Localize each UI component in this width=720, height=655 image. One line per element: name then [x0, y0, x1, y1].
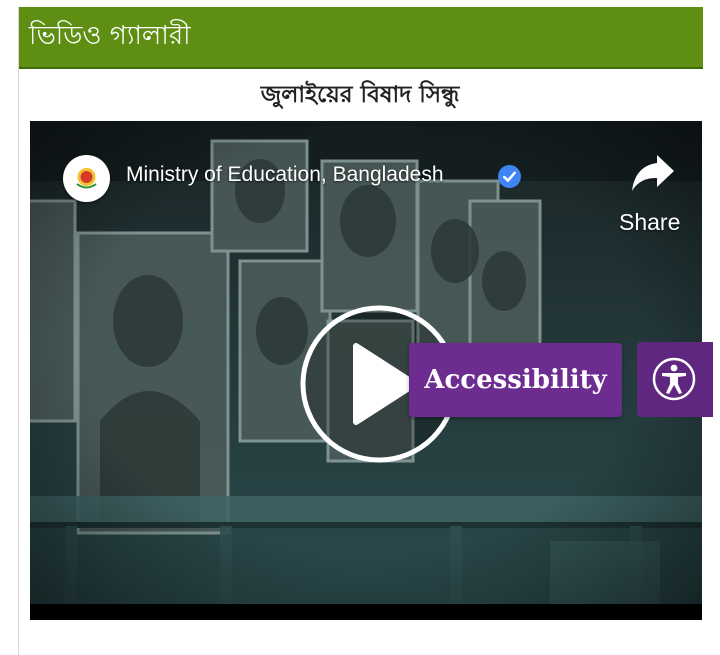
share-label[interactable]: Share	[619, 209, 680, 236]
top-strip	[0, 0, 720, 7]
widget-header: ভিডিও গ্যালারী	[19, 7, 703, 69]
verified-check-icon	[498, 165, 521, 188]
share-arrow-icon[interactable]	[630, 151, 676, 195]
widget-title: ভিডিও গ্যালারী	[29, 21, 191, 51]
video-title: জুলাইয়ের বিষাদ সিন্ধু	[260, 82, 460, 108]
accessibility-label[interactable]: Accessibility	[409, 343, 622, 417]
player-bottom-bar	[30, 604, 702, 620]
channel-name[interactable]: Ministry of Education, Bangladesh	[126, 163, 444, 187]
accessibility-toggle-button[interactable]	[637, 342, 713, 417]
accessibility-person-icon	[652, 357, 696, 401]
government-seal-icon[interactable]	[63, 155, 110, 202]
